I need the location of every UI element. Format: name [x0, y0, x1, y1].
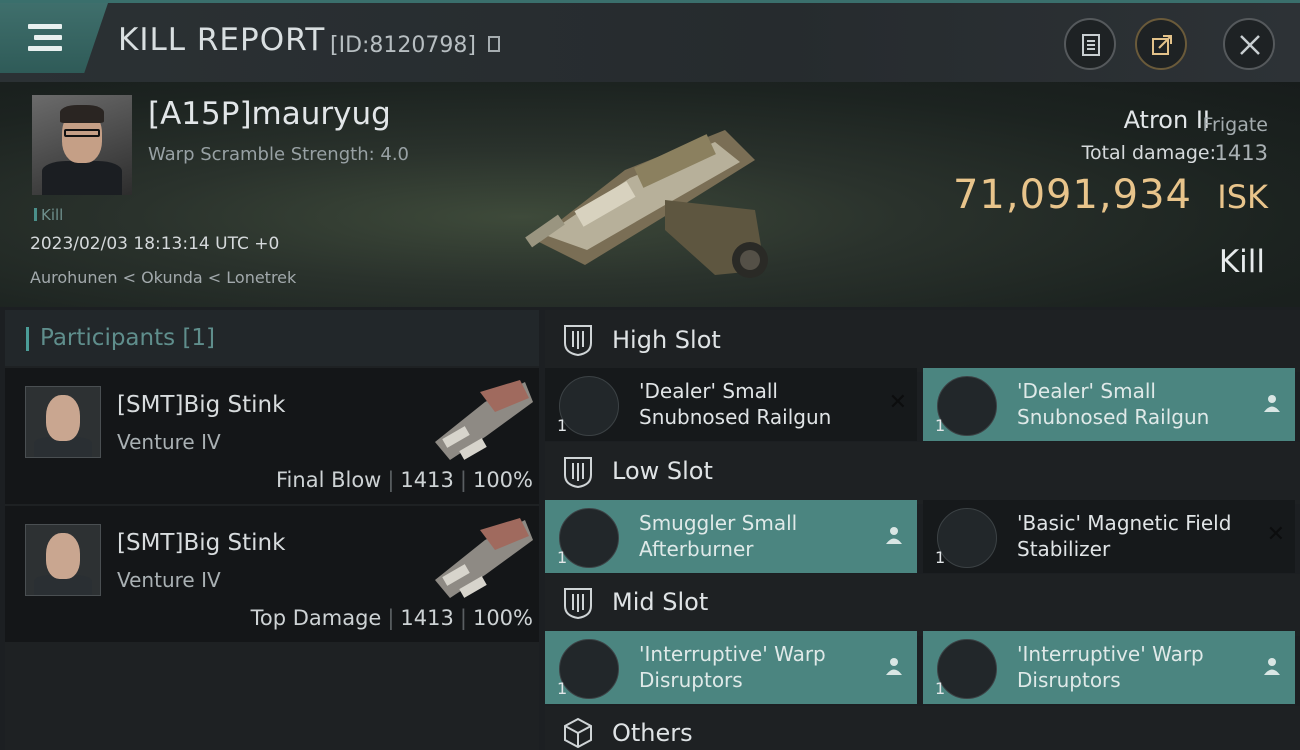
avatar-hair: [60, 105, 104, 123]
destroyed-icon: ✕: [888, 390, 907, 415]
high-slot-title: High Slot: [612, 326, 721, 354]
participant-avatar[interactable]: [25, 524, 101, 596]
module-qty: 1: [557, 679, 568, 698]
participant-stats: Top Damage | 1413 | 100%: [251, 606, 533, 630]
module-name: 'Dealer' Small Snubnosed Railgun: [639, 379, 832, 429]
avatar-glasses: [64, 129, 100, 137]
dropped-user-icon: [886, 658, 902, 675]
victim-name[interactable]: [A15P]mauryug: [148, 96, 391, 132]
low-slot-title: Low Slot: [612, 457, 713, 485]
magnetic-stabilizer-icon: [937, 508, 997, 568]
railgun-icon: [559, 376, 619, 436]
participant-stats: Final Blow | 1413 | 100%: [276, 468, 533, 492]
close-button[interactable]: [1223, 18, 1275, 70]
warp-disruptor-icon: [559, 639, 619, 699]
menu-icon-bar: [28, 46, 62, 51]
participant-ship-image: [435, 380, 533, 460]
avatar-face: [46, 395, 80, 441]
victim-ship-class: Frigate: [1202, 114, 1268, 136]
afterburner-icon: [559, 508, 619, 568]
participant-avatar[interactable]: [25, 386, 101, 458]
total-damage-value: 1413: [1214, 141, 1268, 165]
module-name: 'Basic' Magnetic Field Stabilizer: [1017, 511, 1232, 561]
menu-icon: [28, 24, 62, 29]
module-name: 'Interruptive' Warp Disruptors: [639, 642, 826, 692]
stat-separator: |: [459, 606, 467, 630]
participant-ship-image: [435, 518, 533, 598]
module-cell[interactable]: 1 'Dealer' Small Snubnosed Railgun: [923, 368, 1295, 441]
page-title: KILL REPORT: [118, 22, 326, 58]
module-name: Smuggler Small Afterburner: [639, 511, 798, 561]
kill-tag: Kill: [34, 206, 63, 224]
module-qty: 1: [935, 679, 946, 698]
avatar-face: [46, 533, 80, 579]
participant-damage: 1413: [400, 468, 454, 492]
participants-title: Participants [1]: [40, 325, 215, 351]
module-cell[interactable]: 1 'Interruptive' Warp Disruptors: [545, 631, 917, 704]
module-cell[interactable]: 1 'Dealer' Small Snubnosed Railgun ✕: [545, 368, 917, 441]
menu-icon-bar: [34, 35, 62, 40]
kill-result: Kill: [1218, 244, 1265, 280]
module-cell[interactable]: 1 'Interruptive' Warp Disruptors: [923, 631, 1295, 704]
isk-unit: ISK: [1217, 178, 1268, 216]
participant-percent: 100%: [472, 468, 533, 492]
stat-separator: |: [387, 468, 395, 492]
victim-ship-name[interactable]: Atron II: [1124, 106, 1210, 134]
stat-separator: |: [459, 468, 467, 492]
close-icon: [1240, 35, 1260, 55]
warp-disruptor-icon: [937, 639, 997, 699]
copy-icon[interactable]: [488, 36, 500, 52]
railgun-icon: [937, 376, 997, 436]
victim-ship-image[interactable]: [515, 100, 785, 290]
module-name: 'Dealer' Small Snubnosed Railgun: [1017, 379, 1210, 429]
header-accent-bar: [26, 327, 29, 351]
share-button[interactable]: [1135, 18, 1187, 70]
participant-row[interactable]: [SMT]Big Stink Venture IV Final Blow | 141…: [5, 368, 539, 504]
dropped-user-icon: [1264, 658, 1280, 675]
module-qty: 1: [557, 548, 568, 567]
module-qty: 1: [935, 416, 946, 435]
clipboard-button[interactable]: [1064, 18, 1116, 70]
low-slot-icon: [564, 457, 592, 489]
mid-slot-icon: [564, 588, 592, 620]
victim-avatar[interactable]: [32, 95, 132, 195]
kill-datetime: 2023/02/03 18:13:14 UTC +0: [30, 234, 280, 254]
dropped-user-icon: [1264, 395, 1280, 412]
participant-damage: 1413: [400, 606, 454, 630]
participant-row[interactable]: [SMT]Big Stink Venture IV Top Damage | 141…: [5, 506, 539, 642]
participant-ship: Venture IV: [117, 430, 221, 454]
destroyed-icon: ✕: [1266, 522, 1285, 547]
participant-role: Top Damage: [250, 606, 382, 630]
participant-ship: Venture IV: [117, 568, 221, 592]
cube-icon: [564, 717, 592, 749]
module-qty: 1: [935, 548, 946, 567]
stat-separator: |: [387, 606, 395, 630]
dropped-user-icon: [886, 527, 902, 544]
warp-scramble-strength: Warp Scramble Strength: 4.0: [148, 144, 410, 165]
kill-location: Aurohunen < Okunda < Lonetrek: [30, 268, 297, 287]
high-slot-icon: [564, 325, 592, 357]
module-name: 'Interruptive' Warp Disruptors: [1017, 642, 1204, 692]
module-qty: 1: [557, 416, 568, 435]
clipboard-icon: [1082, 34, 1100, 56]
participant-role: Final Blow: [276, 468, 382, 492]
participant-name[interactable]: [SMT]Big Stink: [117, 530, 285, 556]
participant-name[interactable]: [SMT]Big Stink: [117, 392, 285, 418]
total-damage-label: Total damage:: [1081, 142, 1216, 164]
others-title: Others: [612, 719, 693, 747]
share-icon: [1152, 35, 1172, 55]
report-id: [ID:8120798]: [330, 33, 476, 58]
module-cell[interactable]: 1 Smuggler Small Afterburner: [545, 500, 917, 573]
isk-value: 71,091,934: [952, 172, 1192, 218]
avatar-suit: [42, 161, 122, 195]
mid-slot-title: Mid Slot: [612, 588, 709, 616]
participant-percent: 100%: [472, 606, 533, 630]
module-cell[interactable]: 1 'Basic' Magnetic Field Stabilizer ✕: [923, 500, 1295, 573]
